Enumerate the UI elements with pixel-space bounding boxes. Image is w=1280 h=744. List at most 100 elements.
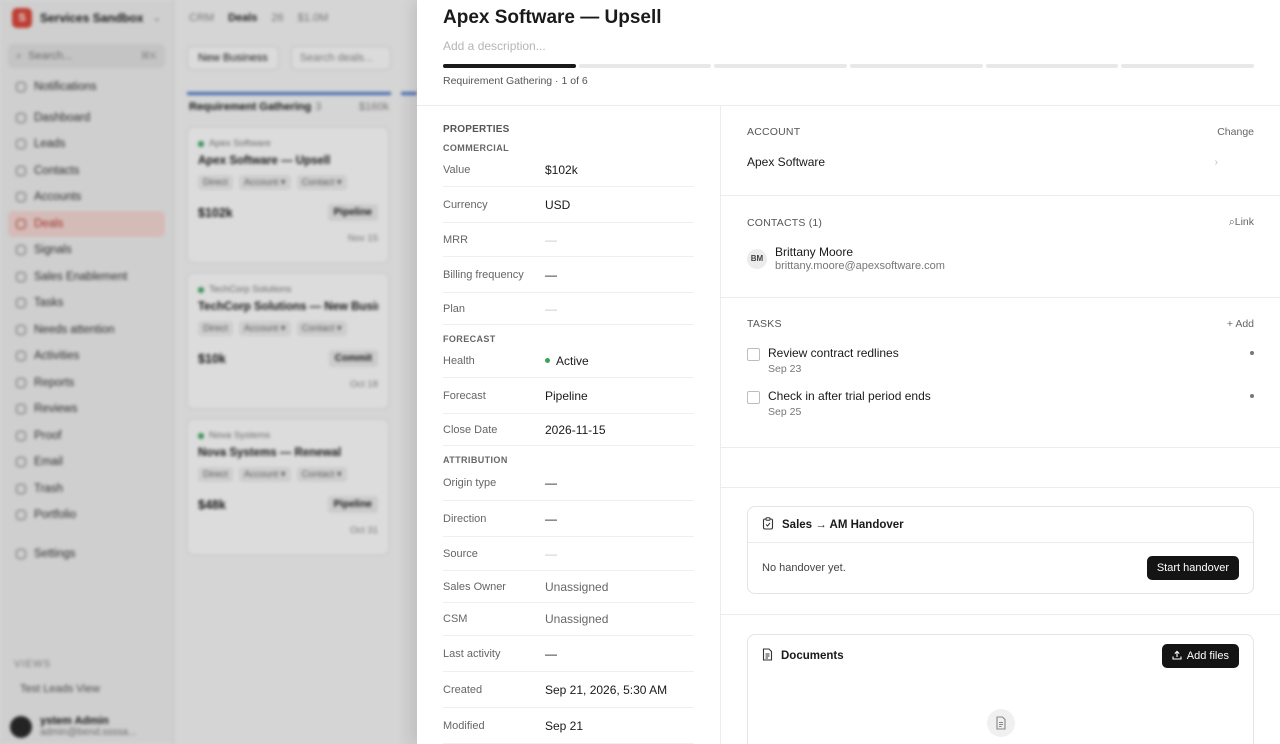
properties-heading: PROPERTIES: [443, 124, 510, 135]
property-health[interactable]: Health Active: [443, 344, 694, 378]
property-label: Billing frequency: [443, 268, 524, 281]
property-value-text: Unassigned: [545, 612, 609, 626]
task-name: Review contract redlines: [768, 346, 899, 360]
contacts-section: CONTACTS (1) ⌕Link BM Brittany Moore bri…: [721, 196, 1280, 298]
property-billing-frequency[interactable]: Billing frequency —: [443, 257, 694, 293]
property-last-activity[interactable]: Last activity —: [443, 636, 694, 672]
property-value-text: —: [545, 546, 557, 561]
change-account-button[interactable]: Change: [1217, 126, 1254, 138]
contact-name: Brittany Moore: [775, 245, 854, 259]
property-label: Modified: [443, 719, 485, 732]
handover-card: Sales → AM Handover No handover yet. Sta…: [747, 506, 1254, 594]
stage-segment[interactable]: [714, 64, 848, 68]
property-value-text: USD: [545, 197, 571, 212]
property-csm[interactable]: CSM Unassigned: [443, 603, 694, 636]
stage-progress[interactable]: [443, 64, 1255, 68]
property-label: Direction: [443, 512, 487, 525]
description-input[interactable]: Add a description...: [443, 39, 1254, 53]
task-text: Check in after trial period ends Sep 25: [768, 389, 931, 418]
account-link[interactable]: Apex Software ›: [747, 155, 1254, 169]
overlay-scrim[interactable]: [0, 0, 417, 744]
health-status-dot: [545, 358, 550, 363]
deal-drawer: Apex Software — Upsell Add a description…: [417, 0, 1280, 744]
add-task-button[interactable]: + Add: [1227, 318, 1254, 330]
stage-segment[interactable]: [443, 64, 576, 68]
property-value-text: Active: [556, 353, 589, 368]
forecast-heading: FORECAST: [443, 334, 496, 344]
property-value: Unassigned: [545, 612, 608, 626]
add-files-button[interactable]: Add files: [1161, 644, 1239, 668]
chevron-right-icon: ›: [1214, 156, 1218, 168]
task-menu-dot[interactable]: [1250, 394, 1254, 398]
property-value-text: —: [545, 232, 557, 247]
property-value-text: $102k: [545, 162, 578, 177]
stage-segment[interactable]: [1121, 64, 1255, 68]
property-value: —: [545, 302, 557, 316]
task-checkbox[interactable]: [747, 391, 760, 404]
property-source[interactable]: Source —: [443, 537, 694, 571]
clipboard-icon: [762, 516, 774, 533]
stage-label: Requirement Gathering · 1 of 6: [443, 75, 588, 87]
property-value: USD: [545, 198, 570, 212]
property-mrr[interactable]: MRR —: [443, 223, 694, 257]
properties-panel: PROPERTIES COMMERCIAL Value $102k Currency…: [417, 106, 721, 744]
property-value-text: Pipeline: [545, 388, 588, 403]
property-modified[interactable]: Modified Sep 21: [443, 708, 694, 744]
task-menu-dot[interactable]: [1250, 351, 1254, 355]
add-files-label: Add files: [1186, 650, 1229, 662]
spacer-section: [721, 448, 1280, 488]
property-direction[interactable]: Direction —: [443, 501, 694, 537]
property-forecast[interactable]: Forecast Pipeline: [443, 378, 694, 414]
task-text: Review contract redlines Sep 23: [768, 346, 899, 375]
contacts-heading: CONTACTS (1): [747, 216, 823, 229]
property-value: Active: [545, 354, 589, 368]
tasks-section: TASKS + Add Review contract redlines Sep …: [721, 298, 1280, 448]
tasks-heading: TASKS: [747, 318, 782, 330]
property-sales-owner[interactable]: Sales Owner Unassigned: [443, 571, 694, 603]
property-plan[interactable]: Plan —: [443, 293, 694, 325]
start-handover-button[interactable]: Start handover: [1146, 556, 1239, 580]
property-value: —: [545, 233, 557, 247]
property-value[interactable]: Value $102k: [443, 153, 694, 187]
task-item[interactable]: Check in after trial period ends Sep 25: [747, 389, 1254, 418]
property-value-text: —: [545, 511, 557, 526]
property-value-text: 2026-11-15: [545, 422, 606, 437]
property-value: —: [545, 547, 557, 561]
task-checkbox[interactable]: [747, 348, 760, 361]
property-label: Value: [443, 163, 471, 176]
account-heading: ACCOUNT: [747, 126, 801, 138]
account-name: Apex Software: [747, 155, 826, 169]
property-currency[interactable]: Currency USD: [443, 187, 694, 223]
document-icon: [762, 648, 773, 664]
property-label: Origin type: [443, 476, 497, 489]
property-label: Last activity: [443, 647, 501, 660]
stage-segment[interactable]: [850, 64, 983, 68]
property-value: —: [545, 647, 557, 661]
contact-item[interactable]: BM Brittany Moore brittany.moore@apexsof…: [747, 245, 1254, 272]
documents-card: Documents Add files: [747, 634, 1254, 744]
property-value-text: —: [545, 646, 557, 661]
property-value: —: [545, 268, 557, 282]
property-label: Plan: [443, 302, 466, 315]
property-value: —: [545, 512, 557, 526]
deal-title[interactable]: Apex Software — Upsell: [443, 0, 1254, 36]
handover-title: Sales → AM Handover: [782, 518, 904, 531]
property-value: —: [545, 476, 557, 490]
link-contact-button[interactable]: ⌕Link: [1229, 216, 1254, 229]
account-section: ACCOUNT Change Apex Software ›: [721, 106, 1280, 196]
property-created[interactable]: Created Sep 21, 2026, 5:30 AM: [443, 672, 694, 708]
property-label: Close Date: [443, 423, 498, 436]
commercial-heading: COMMERCIAL: [443, 143, 509, 153]
relations-panel: ACCOUNT Change Apex Software › CONTACTS …: [721, 106, 1280, 744]
property-label: Currency: [443, 198, 488, 211]
property-value: Sep 21, 2026, 5:30 AM: [545, 683, 667, 697]
property-value-text: Sep 21: [545, 718, 584, 733]
task-item[interactable]: Review contract redlines Sep 23: [747, 346, 1254, 375]
property-origin-type[interactable]: Origin type —: [443, 465, 694, 501]
property-close-date[interactable]: Close Date 2026-11-15: [443, 414, 694, 446]
property-value-text: —: [545, 267, 557, 282]
documents-title: Documents: [781, 650, 844, 662]
stage-segment[interactable]: [985, 64, 1119, 68]
property-label: CSM: [443, 613, 468, 625]
stage-segment[interactable]: [578, 64, 712, 68]
